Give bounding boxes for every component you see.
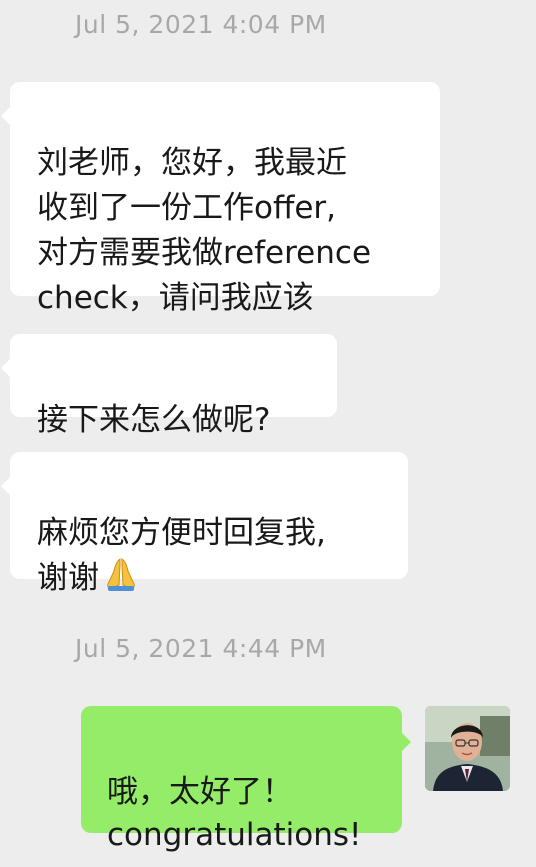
folded-hands-emoji-icon <box>102 556 140 594</box>
outgoing-message-bubble[interactable]: 哦，太好了！ congratulations! <box>81 706 411 853</box>
incoming-message-bubble[interactable]: 麻烦您方便时回复我, 谢谢 <box>1 452 408 596</box>
avatar-photo-icon <box>425 706 510 791</box>
message-text: 麻烦您方便时回复我, 谢谢 <box>37 515 326 596</box>
message-text: 哦，太好了！ congratulations! <box>107 774 362 853</box>
incoming-message-bubble[interactable]: 接下来怎么做呢? <box>1 334 337 438</box>
message-text: 接下来怎么做呢? <box>37 402 271 438</box>
incoming-message-bubble[interactable]: 刘老师，您好，我最近 收到了一份工作offer, 对方需要我做reference… <box>1 82 440 316</box>
chat-window: Jul 5, 2021 4:04 PM 刘老师，您好，我最近 收到了一份工作of… <box>0 0 536 867</box>
timestamp: Jul 5, 2021 4:44 PM <box>75 634 327 663</box>
user-avatar[interactable] <box>425 706 510 791</box>
message-text: 刘老师，您好，我最近 收到了一份工作offer, 对方需要我做reference… <box>37 145 372 316</box>
timestamp: Jul 5, 2021 4:04 PM <box>75 10 327 39</box>
